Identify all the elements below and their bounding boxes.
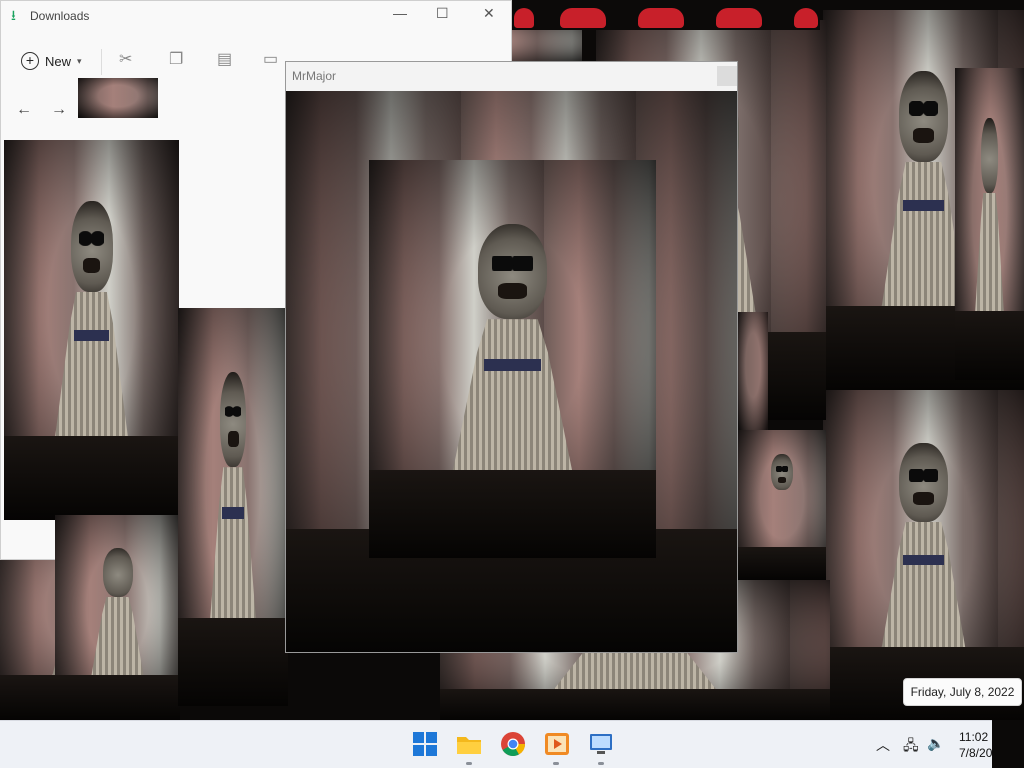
heart-icon (794, 8, 818, 28)
doll-image-center (369, 160, 656, 558)
hearts-strip (510, 0, 820, 30)
running-indicator (466, 762, 472, 765)
doll-image-tile (55, 515, 180, 720)
clock-date[interactable]: 7/8/20 (959, 746, 992, 760)
volume-icon[interactable]: 🔈 (927, 735, 944, 752)
rename-icon[interactable]: ▭ (263, 49, 278, 69)
plus-icon: + (21, 52, 39, 70)
cut-icon[interactable]: ✂ (119, 49, 132, 69)
network-icon[interactable]: 🖧 (903, 735, 919, 759)
divider (101, 49, 102, 75)
doll-image-tile (78, 78, 158, 118)
taskbar: ︿ 🖧 🔈 11:02 7/8/20 (0, 720, 1024, 768)
clock-time[interactable]: 11:02 (959, 730, 988, 744)
doll-image-tile (955, 68, 1024, 380)
title-bar[interactable]: MrMajor (286, 62, 737, 92)
heart-icon (638, 8, 684, 28)
doll-image-tile (738, 312, 768, 430)
offscreen-window-edge (992, 720, 1024, 768)
close-button[interactable] (717, 66, 737, 86)
doll-image-tile (178, 308, 288, 706)
remote-desktop-icon[interactable] (588, 731, 614, 757)
doll-image-tile (4, 140, 179, 520)
forward-button[interactable]: → (51, 101, 67, 119)
chevron-down-icon: ▾ (77, 55, 82, 66)
copy-icon[interactable]: ❐ (169, 49, 183, 69)
date-tooltip: Friday, July 8, 2022 (903, 678, 1022, 706)
minimize-button[interactable]: — (393, 5, 407, 21)
new-button-label: New (45, 53, 72, 69)
mrmajor-window[interactable]: MrMajor (285, 61, 738, 653)
running-indicator (598, 762, 604, 765)
heart-icon (514, 8, 534, 28)
running-indicator (553, 762, 559, 765)
doll-image-tile (738, 430, 826, 580)
chevron-up-icon[interactable]: ︿ (876, 735, 890, 755)
doll-image-tile (823, 390, 1024, 720)
paste-icon[interactable]: ▤ (217, 49, 232, 69)
close-button[interactable]: ✕ (483, 5, 495, 22)
back-button[interactable]: ← (16, 101, 32, 119)
windows-start-icon[interactable] (412, 731, 438, 757)
media-player-icon[interactable] (544, 731, 570, 757)
window-title: Downloads (30, 9, 90, 23)
chrome-icon[interactable] (500, 731, 526, 757)
download-icon: ⭳ (11, 7, 16, 23)
maximize-button[interactable]: ☐ (436, 5, 449, 22)
heart-icon (716, 8, 762, 28)
new-button[interactable]: + New ▾ (21, 50, 82, 72)
file-explorer-icon[interactable] (456, 731, 482, 757)
window-title: MrMajor (292, 69, 336, 83)
heart-icon (560, 8, 606, 28)
